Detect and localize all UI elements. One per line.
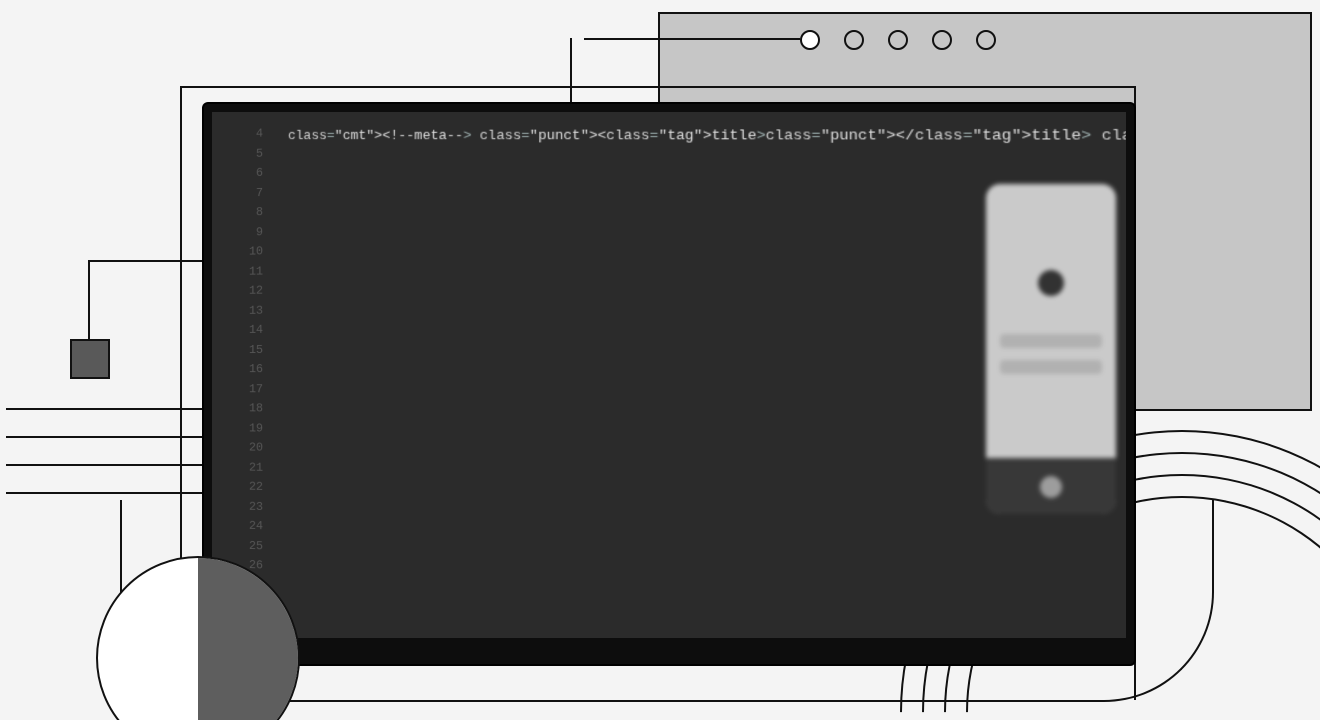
half-circle-decor [96,556,296,720]
dot-icon [800,30,820,50]
dot-icon [976,30,996,50]
placeholder-bar [1000,334,1102,348]
panel-indicator-dots [800,30,996,50]
avatar-icon [1038,270,1064,296]
connector-line [584,38,800,40]
line-stack-decor [6,408,222,494]
monitor-frame: 4567891011121314151617181920212223242526… [204,104,1134,664]
line-number-gutter: 4567891011121314151617181920212223242526 [224,124,263,576]
phone-preview-mock [986,184,1116,514]
code-editor-content: class="cmt"><!--meta--> class="punct"><c… [288,124,1050,147]
connector-line [88,260,90,340]
dot-icon [932,30,952,50]
dot-icon [888,30,908,50]
home-button-icon [1040,476,1062,498]
small-square-icon [70,339,110,379]
illustration-stage: 4567891011121314151617181920212223242526… [0,0,1320,720]
monitor-screen: 4567891011121314151617181920212223242526… [212,112,1126,638]
dot-icon [844,30,864,50]
placeholder-bar [1000,360,1102,374]
connector-line [88,260,206,262]
